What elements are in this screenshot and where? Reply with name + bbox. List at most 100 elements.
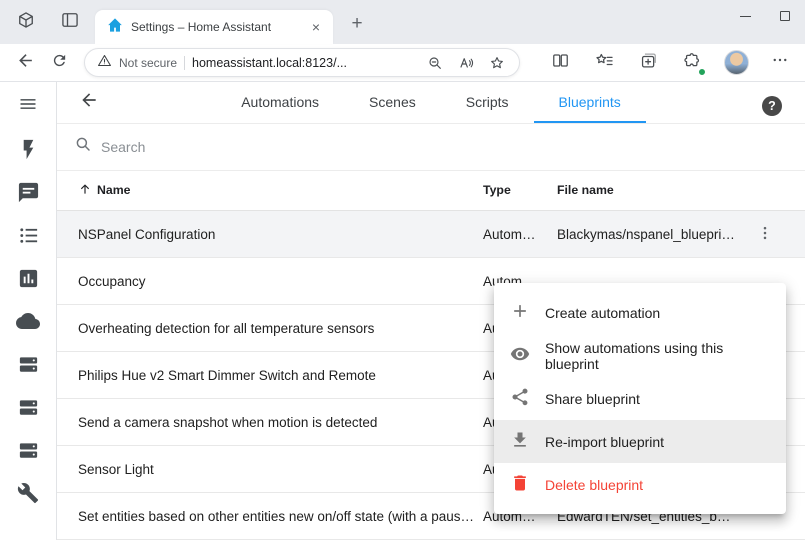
tab-close-icon[interactable]: × (307, 18, 325, 36)
eye-icon (510, 344, 530, 367)
address-bar[interactable]: Not secure homeassistant.local:8123/... (84, 48, 520, 77)
sidebar-item-cloud[interactable] (0, 302, 56, 345)
row-name: Set entities based on other entities new… (78, 509, 483, 524)
kebab-icon (756, 224, 774, 245)
address-bar-divider (184, 56, 185, 70)
bullet-list-icon (17, 224, 40, 252)
tab-actions-button[interactable] (56, 8, 84, 36)
tabstrip-left-icons (12, 0, 84, 44)
sidebar-menu-button[interactable] (0, 82, 56, 130)
hamburger-icon (18, 94, 38, 119)
lightning-bolt-icon (17, 138, 40, 166)
plus-icon (510, 301, 530, 324)
zoom-out-icon[interactable] (423, 51, 447, 75)
collections-icon (639, 51, 658, 75)
chat-bubble-icon (17, 181, 40, 209)
home-assistant-app: Automations Scenes Scripts Blueprints ? … (0, 82, 805, 540)
help-button[interactable]: ? (762, 96, 782, 116)
table-row[interactable]: NSPanel Configuration Autom… Blackymas/n… (57, 211, 805, 258)
browser-window: Settings – Home Assistant × + Not secure… (0, 0, 805, 540)
server-rack-icon (17, 439, 40, 467)
row-type: Autom… (483, 227, 557, 242)
window-maximize-button[interactable] (765, 0, 805, 32)
tab-scripts[interactable]: Scripts (441, 82, 534, 123)
url-text[interactable]: homeassistant.local:8123/... (192, 56, 416, 70)
tab-blueprints[interactable]: Blueprints (534, 82, 646, 123)
split-screen-button[interactable] (543, 48, 577, 78)
tab-automations[interactable]: Automations (216, 82, 344, 123)
table-header: Name Type File name (57, 171, 805, 211)
browser-toolbar: Not secure homeassistant.local:8123/... (0, 44, 805, 82)
sidebar-item-history[interactable] (0, 259, 56, 302)
maximize-icon (780, 11, 790, 21)
sidebar-item-developer-tools[interactable] (0, 474, 56, 517)
menu-item-show-automations[interactable]: Show automations using this blueprint (494, 334, 786, 377)
column-header-name[interactable]: Name (97, 183, 131, 197)
menu-item-share-blueprint[interactable]: Share blueprint (494, 377, 786, 420)
extensions-status-dot (698, 68, 706, 76)
search-input[interactable] (101, 139, 805, 155)
row-name: Send a camera snapshot when motion is de… (78, 415, 483, 430)
download-icon (510, 430, 530, 453)
sidebar-item-logbook[interactable] (0, 216, 56, 259)
extensions-button[interactable] (675, 48, 709, 78)
toolbar-right-icons (543, 48, 797, 78)
row-name: Philips Hue v2 Smart Dimmer Switch and R… (78, 368, 483, 383)
ha-tab-bar: Automations Scenes Scripts Blueprints (57, 82, 805, 123)
trash-icon (510, 473, 530, 496)
column-header-file[interactable]: File name (557, 183, 745, 197)
collections-button[interactable] (631, 48, 665, 78)
minimize-icon (740, 16, 751, 17)
share-icon (510, 387, 530, 410)
home-assistant-favicon-icon (107, 17, 123, 38)
column-header-type[interactable]: Type (483, 183, 557, 197)
browser-tabstrip: Settings – Home Assistant × + (0, 0, 805, 44)
favorites-button[interactable] (587, 48, 621, 78)
sort-ascending-icon[interactable] (78, 182, 92, 199)
profile-button[interactable] (719, 48, 753, 78)
back-arrow-icon (16, 51, 35, 75)
row-name: Sensor Light (78, 462, 483, 477)
menu-item-delete-blueprint[interactable]: Delete blueprint (494, 463, 786, 506)
ha-sidebar (0, 82, 57, 540)
bar-chart-icon (17, 267, 40, 295)
profile-avatar (724, 50, 749, 75)
back-button[interactable] (8, 48, 42, 78)
workspaces-icon (16, 10, 36, 35)
tab-scenes[interactable]: Scenes (344, 82, 441, 123)
sidebar-item-server-3[interactable] (0, 431, 56, 474)
not-secure-warning-icon[interactable] (97, 53, 112, 73)
read-aloud-icon[interactable] (454, 51, 478, 75)
row-overflow-menu-button[interactable] (745, 214, 785, 254)
tab-title: Settings – Home Assistant (131, 20, 299, 34)
refresh-button[interactable] (42, 48, 76, 78)
window-controls (725, 0, 805, 32)
wrench-icon (17, 482, 39, 509)
browser-settings-button[interactable] (763, 48, 797, 78)
row-file: Blackymas/nspanel_blueprin… (557, 227, 745, 242)
menu-item-reimport-blueprint[interactable]: Re-import blueprint (494, 420, 786, 463)
window-minimize-button[interactable] (725, 0, 765, 32)
row-name: Overheating detection for all temperatur… (78, 321, 483, 336)
menu-item-create-automation[interactable]: Create automation (494, 291, 786, 334)
sidebar-item-assist[interactable] (0, 173, 56, 216)
server-rack-icon (17, 353, 40, 381)
vertical-tabs-icon (60, 10, 80, 35)
row-name: NSPanel Configuration (78, 227, 483, 242)
sidebar-item-energy[interactable] (0, 130, 56, 173)
more-menu-icon (771, 51, 789, 74)
favorite-star-icon[interactable] (485, 51, 509, 75)
blueprint-context-menu: Create automation Show automations using… (494, 283, 786, 514)
sidebar-item-server-1[interactable] (0, 345, 56, 388)
workspaces-button[interactable] (12, 8, 40, 36)
security-label[interactable]: Not secure (119, 56, 177, 70)
cloud-icon (16, 309, 40, 338)
new-tab-button[interactable]: + (344, 10, 370, 36)
search-row (57, 124, 805, 171)
sidebar-item-server-2[interactable] (0, 388, 56, 431)
browser-tab-active[interactable]: Settings – Home Assistant × (95, 10, 333, 44)
search-icon (74, 135, 92, 158)
server-rack-icon (17, 396, 40, 424)
favorites-icon (595, 51, 614, 75)
ha-header: Automations Scenes Scripts Blueprints ? (57, 82, 805, 124)
